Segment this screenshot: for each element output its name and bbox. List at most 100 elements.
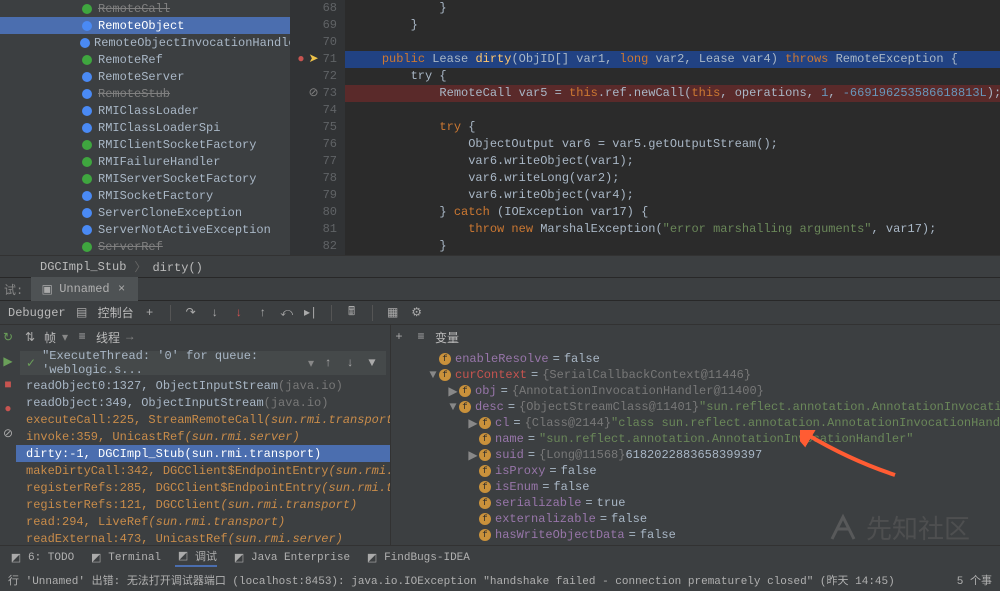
breakpoint-icon[interactable]: ● [297,51,304,68]
variable-row[interactable]: fisProxy=false [407,463,1000,479]
tree-item[interactable]: RMIClassLoader [0,102,290,119]
stack-frame[interactable]: executeCall:225, StreamRemoteCall (sun.r… [16,411,390,428]
variable-row[interactable]: fisEnum=false [407,479,1000,495]
field-icon: f [479,481,491,493]
variable-row[interactable]: fenableResolve=false [407,351,1000,367]
threads-icon[interactable]: ≡ [74,329,90,345]
variable-row[interactable]: ▼fdesc={ObjectStreamClass@11401} "sun.re… [407,399,1000,415]
next-frame-icon[interactable]: ↓ [342,355,358,371]
iface-icon [80,240,94,254]
cls-icon [80,19,94,33]
crumb-method[interactable]: dirty() [134,258,202,275]
tree-item[interactable]: RemoteServer [0,68,290,85]
variable-row[interactable]: fserializable=true [407,495,1000,511]
stack-frame[interactable]: readObject0:1327, ObjectInputStream (jav… [16,377,390,394]
crumb-class[interactable]: DGCImpl_Stub [40,260,126,274]
code-body[interactable]: } } public Lease dirty(ObjID[] var1, lon… [345,0,1000,255]
tree-item[interactable]: RMIServerSocketFactory [0,170,290,187]
twistie-icon[interactable]: ▶ [447,384,459,399]
tree-item[interactable]: ServerRef [0,238,290,255]
add-watch-icon[interactable]: + [391,329,407,345]
tree-item[interactable]: RemoteCall [0,0,290,17]
variable-row[interactable]: fhasBlockExternalData=false [407,543,1000,545]
twistie-icon[interactable]: ▶ [467,416,479,431]
twistie-icon[interactable]: ▼ [427,368,439,382]
cls-icon [80,206,94,220]
console-tab[interactable]: 控制台 [98,304,134,321]
close-icon[interactable]: × [114,281,130,297]
twistie-icon[interactable]: ▶ [467,448,479,463]
thread-selector[interactable]: ✓ "ExecuteThread: '0' for queue: 'weblog… [20,351,386,375]
run-to-cursor-icon[interactable]: ▸| [303,305,319,321]
debugger-tab[interactable]: Debugger [8,306,66,320]
tree-item[interactable]: RemoteStub [0,85,290,102]
stack-frame[interactable]: registerRefs:285, DGCClient$EndpointEntr… [16,479,390,496]
rerun-icon[interactable]: ↻ [0,329,16,345]
layout-icon[interactable]: ▦ [385,305,401,321]
iface-icon [80,53,94,67]
cls-icon [80,70,94,84]
tree-item[interactable]: ServerNotActiveException [0,221,290,238]
stack-frame[interactable]: readExternal:473, UnicastRef (sun.rmi.se… [16,530,390,545]
stack-frame[interactable]: makeDirtyCall:342, DGCClient$EndpointEnt… [16,462,390,479]
evaluate-icon[interactable]: 🖩 [344,305,360,321]
resume-icon[interactable]: ▶ [0,353,16,369]
step-out-icon[interactable]: ↑ [255,305,271,321]
run-tab-unnamed[interactable]: ▣ Unnamed × [31,277,137,301]
tree-item[interactable]: RMISocketFactory [0,187,290,204]
toolwindow-tab[interactable]: ◩Terminal [88,550,161,566]
project-tree[interactable]: RemoteCallRemoteObjectRemoteObjectInvoca… [0,0,290,255]
variable-row[interactable]: ▼fcurContext={SerialCallbackContext@1144… [407,367,1000,383]
stack-frame[interactable]: dirty:-1, DGCImpl_Stub (sun.rmi.transpor… [16,445,390,462]
tree-item[interactable]: RMIClassLoaderSpi [0,119,290,136]
filter-icon[interactable]: ⇅ [22,329,38,345]
tree-item[interactable]: RemoteObjectInvocationHandler [0,34,290,51]
tree-item[interactable]: RMIClientSocketFactory [0,136,290,153]
filter-frames-icon[interactable]: ▼ [364,355,380,371]
stack-frame[interactable]: read:294, LiveRef (sun.rmi.transport) [16,513,390,530]
variables-list[interactable]: fenableResolve=false▼fcurContext={Serial… [407,349,1000,545]
stop-icon[interactable]: ■ [0,377,16,393]
toolwindow-tab[interactable]: ◩Java Enterprise [231,550,350,566]
separator [170,305,171,321]
toolwindow-tab[interactable]: ◩FindBugs-IDEA [364,550,470,566]
variable-row[interactable]: fhasWriteObjectData=false [407,527,1000,543]
force-step-into-icon[interactable]: ↓ [231,305,247,321]
toolwindow-tab[interactable]: ◩调试 [175,548,217,567]
tree-item[interactable]: RemoteObject [0,17,290,34]
variable-row[interactable]: fname="sun.reflect.annotation.Annotation… [407,431,1000,447]
variable-row[interactable]: ▶fobj={AnnotationInvocationHandler@11400… [407,383,1000,399]
stack-frame[interactable]: invoke:359, UnicastRef (sun.rmi.server) [16,428,390,445]
cls-icon [80,36,90,50]
prev-frame-icon[interactable]: ↑ [320,355,336,371]
expand-icon[interactable]: + [142,305,158,321]
tool-icon: ◩ [8,550,24,566]
variable-row[interactable]: ▶fsuid={Long@11568} 6182022883658399397 [407,447,1000,463]
stack-frame[interactable]: registerRefs:121, DGCClient (sun.rmi.tra… [16,496,390,513]
variable-row[interactable]: fexternalizable=false [407,511,1000,527]
debug-side-actions[interactable]: ↻ ▶ ■ ● ⊘ [0,325,16,545]
twistie-icon[interactable]: ▼ [447,400,459,414]
iface-icon [80,155,94,169]
step-into-icon[interactable]: ↓ [207,305,223,321]
stack-frame[interactable]: readObject:349, ObjectInputStream (java.… [16,394,390,411]
mute-icon[interactable]: ⊘ [0,425,16,441]
breadcrumb[interactable]: DGCImpl_Stub dirty() [0,255,1000,277]
step-over-icon[interactable]: ↷ [183,305,199,321]
field-icon: f [479,433,491,445]
tree-item[interactable]: ServerCloneException [0,204,290,221]
tree-item[interactable]: RemoteRef [0,51,290,68]
variable-row[interactable]: ▶fcl={Class@2144} "class sun.reflect.ann… [407,415,1000,431]
drop-frame-icon[interactable]: ⤺ [279,305,295,321]
code-editor[interactable]: 686970●➤7172⊘737475767778798081828384858… [290,0,1000,255]
breakpoints-icon[interactable]: ● [0,401,16,417]
field-icon: f [479,465,491,477]
settings-icon[interactable]: ⚙ [409,305,425,321]
tool-icon: ◩ [231,550,247,566]
cls-icon [80,87,94,101]
tree-item[interactable]: RMIFailureHandler [0,153,290,170]
field-icon: f [479,513,491,525]
frames-list[interactable]: readObject0:1327, ObjectInputStream (jav… [16,377,390,545]
annotation-arrow [800,430,900,480]
toolwindow-tab[interactable]: ◩6: TODO [8,550,74,566]
